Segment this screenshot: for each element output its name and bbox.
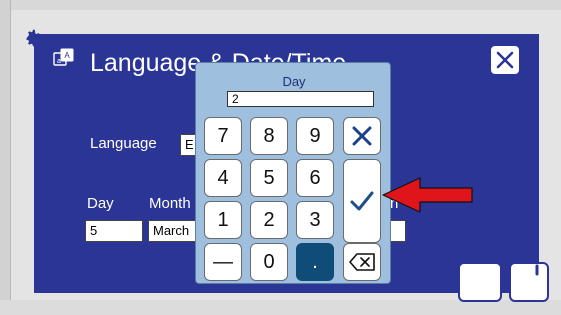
month-label: Month [149,195,191,212]
check-icon [350,191,374,211]
key-5[interactable]: 5 [250,159,288,197]
previous-button[interactable] [458,262,502,302]
key-3[interactable]: 3 [296,201,334,239]
key-0[interactable]: 0 [250,243,288,281]
day-label: Day [87,195,114,212]
backspace-icon [349,253,375,271]
key-2[interactable]: 2 [250,201,288,239]
minus-key[interactable]: — [204,243,242,281]
close-icon [496,51,514,69]
key-8[interactable]: 8 [250,117,288,155]
decimal-key[interactable]: . [296,243,334,281]
keypad-title: Day [282,74,306,89]
key-4[interactable]: 4 [204,159,242,197]
frame-edge-top [0,0,561,10]
svg-text:A: A [64,51,70,60]
cancel-key[interactable] [343,117,381,155]
svg-text:a: a [57,58,61,65]
language-label: Language [90,135,157,152]
cancel-x-icon [352,126,372,146]
key-6[interactable]: 6 [296,159,334,197]
year-field[interactable] [389,220,406,242]
red-arrow-annotation-icon [382,177,473,213]
frame-edge-left [0,0,11,315]
numeric-keypad: Day 2 7 8 9 4 5 6 1 2 3 — 0 . [195,62,391,284]
next-button[interactable] [509,262,549,302]
key-9[interactable]: 9 [296,117,334,155]
confirm-key[interactable] [343,159,381,243]
frame-edge-bottom [0,300,561,315]
key-1[interactable]: 1 [204,201,242,239]
month-field[interactable]: March [148,220,198,242]
backspace-key[interactable] [343,243,381,281]
gear-icon [26,29,42,47]
language-icon: A a [53,48,74,66]
day-field[interactable]: 5 [85,220,143,242]
close-button[interactable] [489,44,521,76]
chevron-up-icon [535,264,539,276]
keypad-display[interactable]: 2 [227,91,374,107]
key-7[interactable]: 7 [204,117,242,155]
